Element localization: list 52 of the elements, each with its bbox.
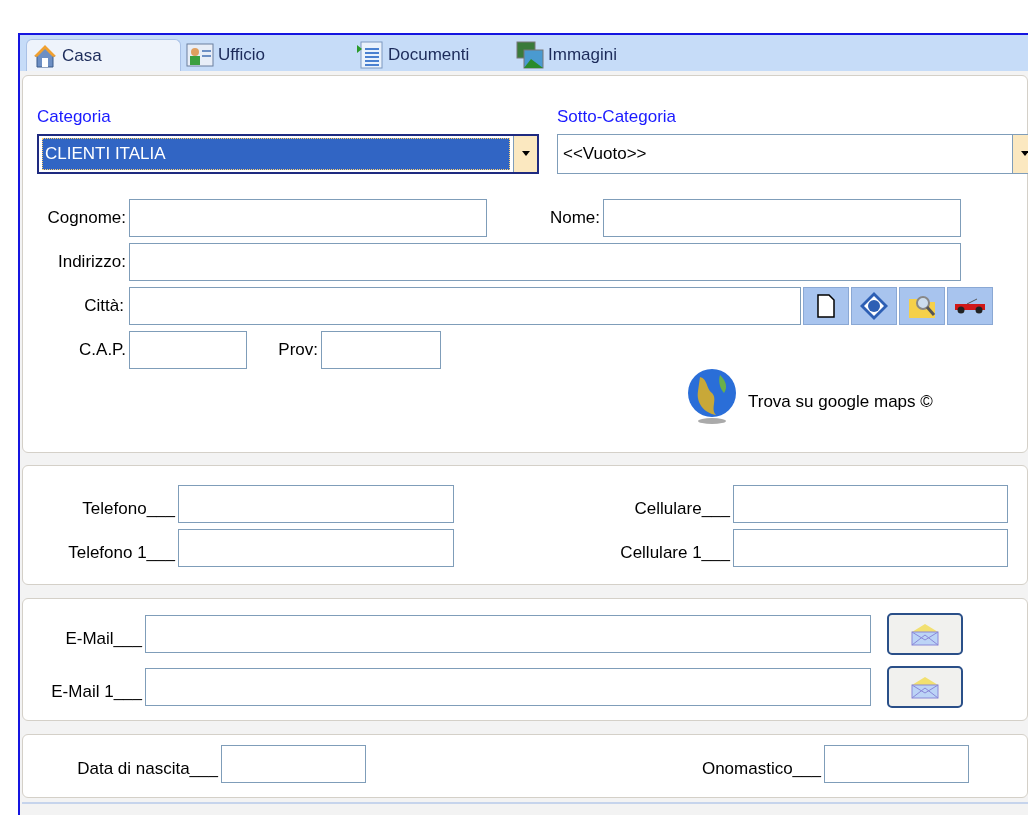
send-email-button[interactable]	[887, 666, 963, 708]
input-field[interactable]	[129, 242, 961, 281]
field-label: Categoria	[37, 106, 112, 128]
field-label: Città:	[83, 294, 125, 317]
new-document-button[interactable]	[803, 286, 849, 325]
input-field[interactable]	[603, 198, 961, 237]
house-icon	[32, 42, 58, 69]
field-label: Sotto-Categoria	[557, 106, 678, 128]
input-field[interactable]	[178, 529, 454, 567]
dropdown-value: <<Vuoto>>	[562, 142, 648, 165]
field-label: Data di nascita___	[76, 758, 219, 781]
input-field[interactable]	[129, 330, 247, 369]
tab[interactable]: Casa	[26, 39, 181, 71]
field-label: E-Mail___	[64, 628, 143, 651]
envelope-icon	[910, 622, 940, 646]
dropdown-value: CLIENTI ITALIA	[42, 137, 510, 170]
input-field[interactable]	[145, 615, 871, 653]
field-label: Telefono 1___	[67, 542, 176, 565]
input-field[interactable]	[129, 198, 487, 237]
input-field[interactable]	[321, 330, 441, 369]
car-button[interactable]	[947, 286, 993, 325]
field-label: C.A.P.	[78, 338, 127, 361]
info-button[interactable]	[851, 286, 897, 325]
send-email-button[interactable]	[887, 613, 963, 655]
input-field[interactable]	[733, 529, 1008, 567]
images-icon	[516, 41, 544, 69]
field-label: Cognome:	[46, 206, 127, 229]
car-icon	[953, 297, 987, 314]
field-label: Indirizzo:	[56, 250, 127, 273]
field-label: E-Mail 1___	[50, 681, 143, 704]
input-field[interactable]	[178, 485, 454, 523]
document-icon	[356, 40, 384, 70]
input-field[interactable]	[145, 668, 871, 706]
document-icon	[817, 293, 835, 318]
field-label: Onomastico___	[700, 758, 822, 781]
tab[interactable]: Ufficio	[181, 39, 351, 71]
dropdown[interactable]: <<Vuoto>>	[557, 133, 1028, 174]
input-field[interactable]	[824, 745, 969, 783]
field-label: Telefono___	[81, 498, 176, 521]
tab[interactable]: Documenti	[351, 39, 511, 71]
tab[interactable]: Immagini	[511, 39, 661, 71]
input-field[interactable]	[221, 745, 366, 783]
field-label: Cellulare___	[633, 498, 731, 521]
dropdown[interactable]: CLIENTI ITALIA	[37, 133, 539, 174]
input-field[interactable]	[733, 485, 1008, 523]
maps-link[interactable]: Trova su google maps ©	[748, 388, 933, 415]
field-label: Cellulare 1___	[619, 542, 731, 565]
field-label: Nome:	[548, 206, 601, 229]
input-field[interactable]	[129, 286, 801, 325]
envelope-icon	[910, 675, 940, 699]
id-card-icon	[186, 43, 214, 67]
field-label: Prov:	[277, 338, 319, 361]
